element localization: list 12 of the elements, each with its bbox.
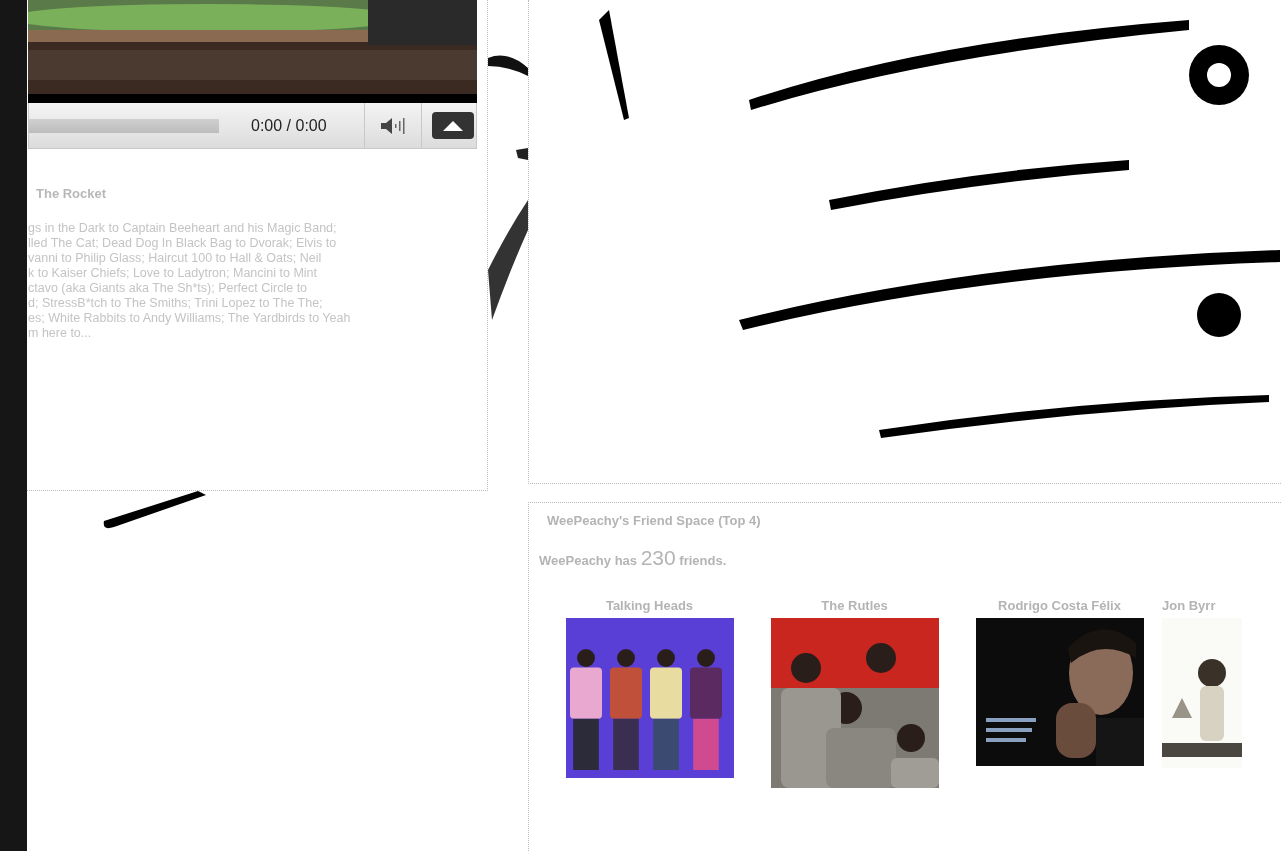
up-triangle-icon bbox=[443, 120, 463, 131]
time-display: 0:00 / 0:00 bbox=[251, 116, 328, 135]
progress-track[interactable] bbox=[29, 118, 219, 133]
expand-button[interactable] bbox=[432, 112, 474, 139]
friend-count-text: WeePeachy has 230 friends. bbox=[539, 546, 728, 570]
volume-icon[interactable] bbox=[379, 115, 407, 136]
friend-name[interactable]: Rodrigo Costa Félix bbox=[998, 598, 1121, 613]
section-title: The Rocket bbox=[36, 186, 108, 201]
friend-name[interactable]: Jon Byrr bbox=[1162, 598, 1216, 613]
panel-title: WeePeachy's Friend Space (Top 4) bbox=[547, 513, 762, 528]
friend-name[interactable]: Talking Heads bbox=[605, 598, 694, 613]
friend-name[interactable]: The Rutles bbox=[821, 598, 888, 613]
